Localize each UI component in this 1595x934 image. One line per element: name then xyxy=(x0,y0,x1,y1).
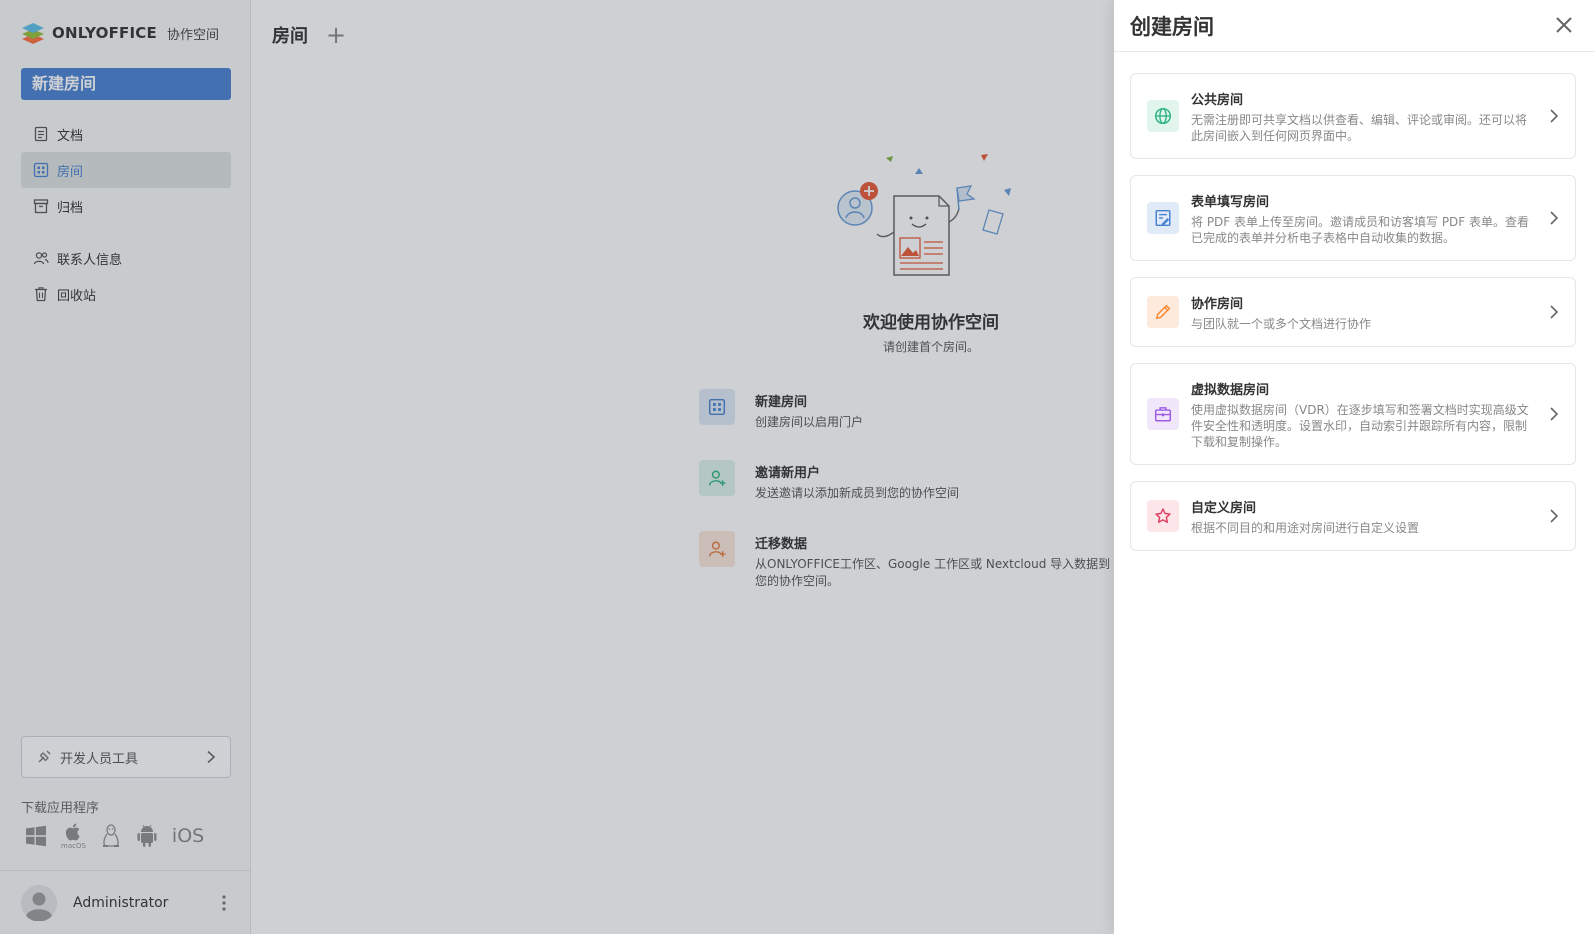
chevron-right-icon xyxy=(1550,305,1559,319)
public-room-option[interactable]: 公共房间 无需注册即可共享文档以供查看、编辑、评论或审阅。还可以将此房间嵌入到任… xyxy=(1130,73,1576,159)
room-type-description: 根据不同目的和用途对房间进行自定义设置 xyxy=(1191,520,1420,535)
room-type-description: 与团队就一个或多个文档进行协作 xyxy=(1191,316,1372,331)
pencil-icon xyxy=(1147,296,1179,328)
room-type-title: 虚拟数据房间 xyxy=(1191,382,1270,398)
modal-backdrop[interactable] xyxy=(0,0,1114,934)
panel-header: 创建房间 xyxy=(1114,0,1595,52)
create-room-panel: 创建房间 公共房间 无需注册即可共享文档以供查看、编辑、评论或审阅。还可以将此房… xyxy=(1114,0,1595,934)
chevron-right-icon xyxy=(1550,509,1559,523)
room-type-description: 无需注册即可共享文档以供查看、编辑、评论或审阅。还可以将此房间嵌入到任何网页界面… xyxy=(1191,112,1528,143)
form-filling-room-option[interactable]: 表单填写房间 将 PDF 表单上传至房间。邀请成员和访客填写 PDF 表单。查看… xyxy=(1130,175,1576,261)
virtual-data-room-option[interactable]: 虚拟数据房间 使用虚拟数据房间（VDR）在逐步填写和签署文档时实现高级文件安全性… xyxy=(1130,363,1576,465)
custom-room-option[interactable]: 自定义房间 根据不同目的和用途对房间进行自定义设置 xyxy=(1130,481,1576,551)
room-type-title: 协作房间 xyxy=(1191,296,1244,312)
form-icon xyxy=(1147,202,1179,234)
chevron-right-icon xyxy=(1550,211,1559,225)
room-type-description: 使用虚拟数据房间（VDR）在逐步填写和签署文档时实现高级文件安全性和透明度。设置… xyxy=(1191,402,1529,449)
collaboration-room-option[interactable]: 协作房间 与团队就一个或多个文档进行协作 xyxy=(1130,277,1576,347)
globe-icon xyxy=(1147,100,1179,132)
chevron-right-icon xyxy=(1550,109,1559,123)
room-type-title: 公共房间 xyxy=(1191,92,1244,108)
room-type-title: 自定义房间 xyxy=(1191,500,1257,516)
panel-title: 创建房间 xyxy=(1130,14,1214,39)
close-icon[interactable] xyxy=(1553,14,1575,36)
room-type-title: 表单填写房间 xyxy=(1191,194,1270,210)
star-icon xyxy=(1147,500,1179,532)
briefcase-icon xyxy=(1147,398,1179,430)
room-type-description: 将 PDF 表单上传至房间。邀请成员和访客填写 PDF 表单。查看已完成的表单并… xyxy=(1191,214,1530,245)
chevron-right-icon xyxy=(1550,407,1559,421)
